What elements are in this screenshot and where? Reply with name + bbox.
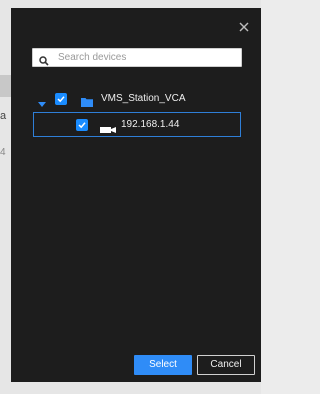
- close-icon: [237, 20, 251, 34]
- check-icon: [57, 96, 65, 103]
- caret-down-icon[interactable]: [38, 95, 46, 107]
- search-box[interactable]: [32, 48, 242, 67]
- camera-checkbox[interactable]: [76, 119, 88, 131]
- device-picker-dialog: VMS_Station_VCA 192.168.1.44 Select Canc…: [11, 8, 261, 382]
- folder-icon: [81, 94, 93, 107]
- tree-node-station[interactable]: VMS_Station_VCA: [32, 91, 242, 107]
- close-button[interactable]: [237, 20, 251, 34]
- station-label: VMS_Station_VCA: [101, 93, 186, 104]
- check-icon: [78, 122, 86, 129]
- search-icon: [39, 53, 49, 66]
- select-button[interactable]: Select: [134, 355, 192, 375]
- station-checkbox[interactable]: [55, 93, 67, 105]
- camera-label: 192.168.1.44: [121, 119, 180, 130]
- camera-icon: [100, 121, 116, 133]
- search-input[interactable]: [58, 49, 238, 66]
- cancel-button[interactable]: Cancel: [197, 355, 255, 375]
- tree-node-camera[interactable]: 192.168.1.44: [33, 112, 241, 137]
